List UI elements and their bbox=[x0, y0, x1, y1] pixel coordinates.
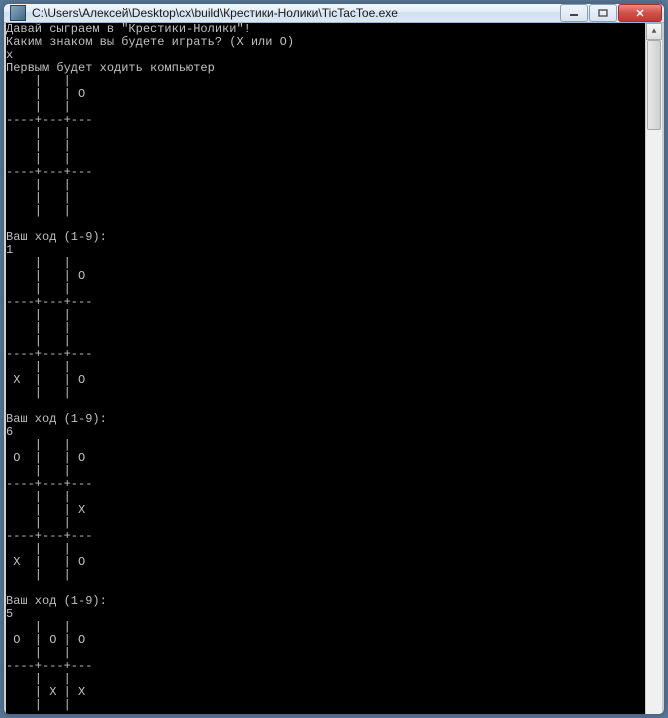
line-prompt-sign: Каким знаком вы будете играть? (X или O) bbox=[6, 35, 294, 49]
board3: O | O | O bbox=[6, 633, 85, 647]
app-window: C:\Users\Алексей\Desktop\cx\build\Крести… bbox=[3, 3, 665, 715]
board2: ----+---+--- bbox=[6, 529, 92, 543]
board0: ----+---+--- bbox=[6, 113, 92, 127]
board2: | | bbox=[6, 438, 71, 452]
line-move-prompt: Ваш ход (1-9): bbox=[6, 412, 107, 426]
maximize-icon bbox=[598, 9, 608, 17]
console-output[interactable]: Давай сыграем в "Крестики-Нолики"! Каким… bbox=[6, 23, 645, 715]
close-icon bbox=[635, 9, 645, 17]
app-icon bbox=[10, 5, 26, 21]
board3: ----+---+--- bbox=[6, 659, 92, 673]
board2: | | X bbox=[6, 503, 85, 517]
line-move-prompt: Ваш ход (1-9): bbox=[6, 594, 107, 608]
vertical-scrollbar[interactable]: ▲ ▼ bbox=[645, 23, 662, 715]
maximize-button[interactable] bbox=[589, 4, 617, 22]
board0: | | bbox=[6, 100, 71, 114]
board1: ----+---+--- bbox=[6, 347, 92, 361]
window-title: C:\Users\Алексей\Desktop\cx\build\Крести… bbox=[32, 6, 560, 20]
board1: | | bbox=[6, 321, 71, 335]
board1: | | bbox=[6, 282, 71, 296]
board2: | | bbox=[6, 464, 71, 478]
line-first-move: Первым будет ходить компьютер bbox=[6, 61, 215, 75]
minimize-icon bbox=[569, 9, 579, 17]
board3: | | bbox=[6, 620, 71, 634]
board3: | | bbox=[6, 646, 71, 660]
minimize-button[interactable] bbox=[560, 4, 588, 22]
board2: | | bbox=[6, 568, 71, 582]
line-move-prompt: Ваш ход (1-9): bbox=[6, 230, 107, 244]
board1: | | bbox=[6, 256, 71, 270]
board1: | | bbox=[6, 308, 71, 322]
board0: | | bbox=[6, 139, 71, 153]
board2: O | | O bbox=[6, 451, 85, 465]
board0: | | O bbox=[6, 87, 85, 101]
board0: | | bbox=[6, 74, 71, 88]
board1: X | | O bbox=[6, 373, 85, 387]
close-button[interactable] bbox=[618, 4, 662, 22]
scroll-thumb[interactable] bbox=[647, 40, 661, 130]
board0: ----+---+--- bbox=[6, 165, 92, 179]
board2: X | | O bbox=[6, 555, 85, 569]
board0: | | bbox=[6, 126, 71, 140]
board0: | | bbox=[6, 152, 71, 166]
titlebar[interactable]: C:\Users\Алексей\Desktop\cx\build\Крести… bbox=[4, 4, 664, 23]
console-area: Давай сыграем в "Крестики-Нолики"! Каким… bbox=[4, 23, 664, 715]
board1: ----+---+--- bbox=[6, 295, 92, 309]
board0: | | bbox=[6, 178, 71, 192]
board3: | X | X bbox=[6, 685, 85, 699]
line-move3: 5 bbox=[6, 607, 13, 621]
board1: | | bbox=[6, 386, 71, 400]
board2: ----+---+--- bbox=[6, 477, 92, 491]
line-move1: 1 bbox=[6, 243, 13, 257]
board1: | | bbox=[6, 334, 71, 348]
line-move2: 6 bbox=[6, 425, 13, 439]
board1: | | bbox=[6, 360, 71, 374]
board0: | | bbox=[6, 191, 71, 205]
board2: | | bbox=[6, 490, 71, 504]
window-controls bbox=[560, 4, 662, 22]
scroll-up-button[interactable]: ▲ bbox=[646, 23, 662, 40]
board3: | | bbox=[6, 672, 71, 686]
board2: | | bbox=[6, 542, 71, 556]
board3: | | bbox=[6, 698, 71, 712]
line-user-sign: x bbox=[6, 48, 13, 62]
board1: | | O bbox=[6, 269, 85, 283]
board2: | | bbox=[6, 516, 71, 530]
board3: ----+---+--- bbox=[6, 711, 92, 715]
board0: | | bbox=[6, 204, 71, 218]
